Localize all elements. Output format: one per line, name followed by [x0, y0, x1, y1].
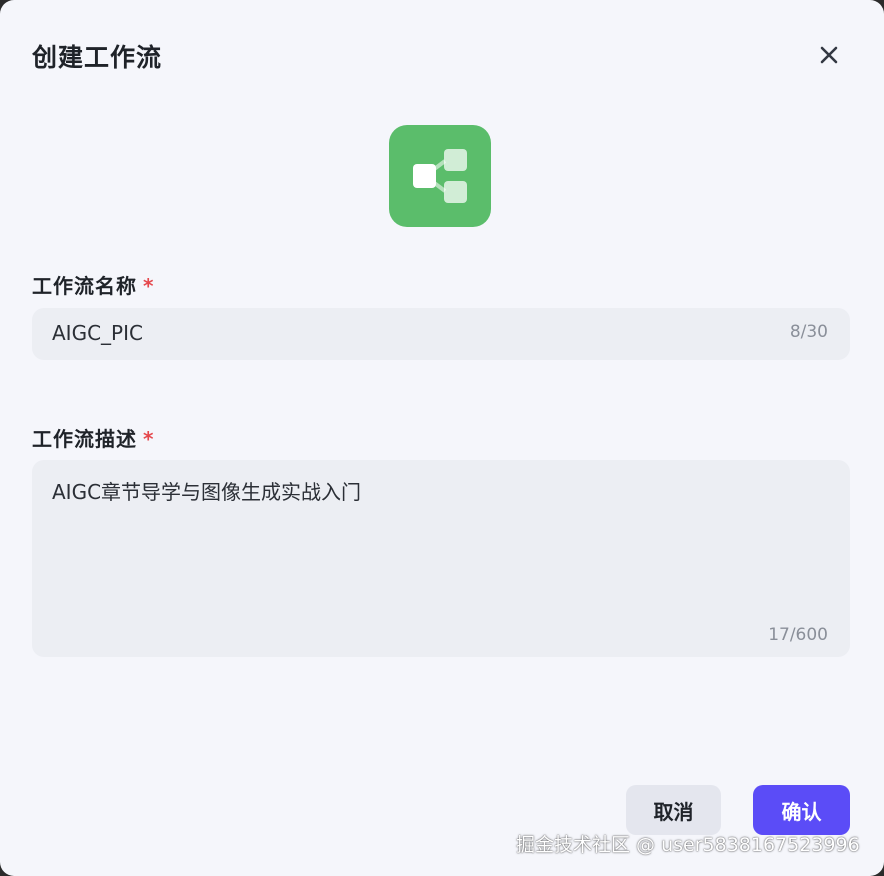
- workflow-description-textarea[interactable]: AIGC章节导学与图像生成实战入门 17/600: [32, 460, 850, 657]
- workflow-name-label-text: 工作流名称: [32, 274, 137, 298]
- workflow-name-value: AIGC_PIC: [52, 321, 143, 345]
- create-workflow-dialog: 创建工作流 工作流名称 * AIGC_PIC 8/30 工作流描述 * AIGC章节…: [0, 0, 884, 876]
- close-icon: [820, 46, 838, 64]
- cancel-button[interactable]: 取消: [626, 785, 721, 835]
- workflow-description-label: 工作流描述 *: [32, 423, 154, 452]
- workflow-name-input[interactable]: AIGC_PIC 8/30: [32, 308, 850, 360]
- watermark: 掘金技术社区 @ user5838167523996: [516, 834, 860, 856]
- workflow-name-label: 工作流名称 *: [32, 270, 154, 299]
- close-button[interactable]: [814, 40, 844, 70]
- workflow-description-value: AIGC章节导学与图像生成实战入门: [52, 480, 362, 504]
- required-mark: *: [143, 427, 155, 451]
- workflow-description-label-text: 工作流描述: [32, 427, 137, 451]
- workflow-description-counter: 17/600: [768, 625, 828, 645]
- required-mark: *: [143, 274, 155, 298]
- workflow-name-counter: 8/30: [789, 322, 828, 342]
- dialog-title: 创建工作流: [32, 43, 163, 72]
- confirm-button[interactable]: 确认: [753, 785, 850, 835]
- workflow-icon: [389, 125, 491, 227]
